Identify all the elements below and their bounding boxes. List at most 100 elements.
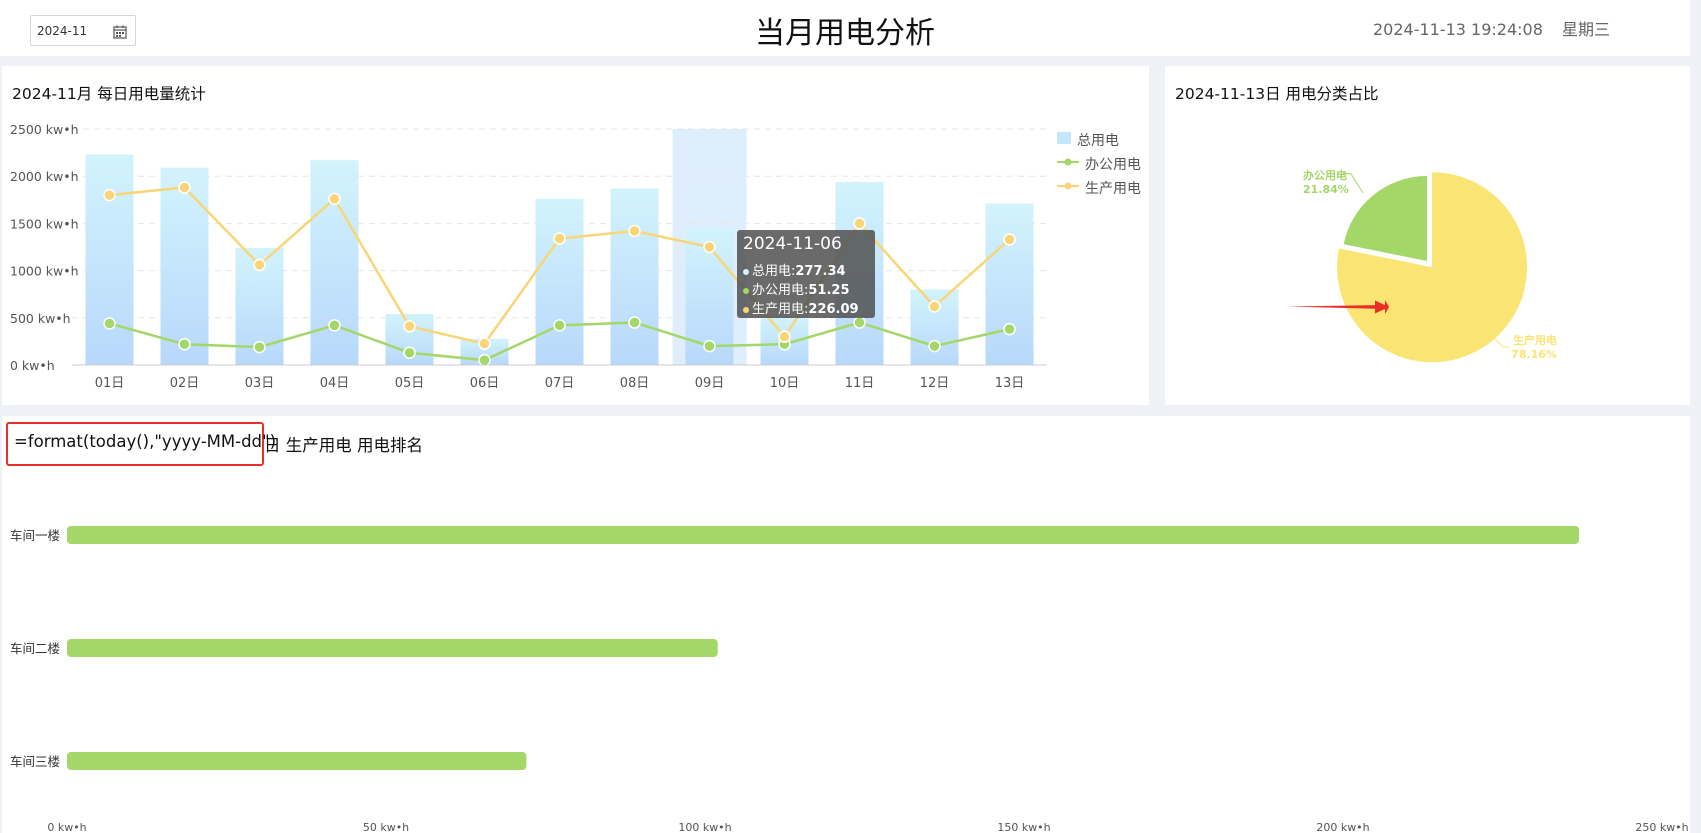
y-tick-label: 2000 kw•h	[10, 169, 79, 184]
x-tick-label: 04日	[320, 376, 350, 391]
point-production	[178, 181, 191, 194]
point-office	[628, 316, 641, 329]
pie-label-production-percent: 78.16%	[1511, 348, 1557, 361]
point-office	[928, 339, 941, 353]
production-ranking-panel: =format(today(),"yyyy-MM-dd") 日 生产用电 用电排…	[2, 416, 1690, 833]
legend-item-total[interactable]: 总用电	[1057, 128, 1141, 152]
y-tick-label: 2500 kw•h	[10, 122, 79, 137]
legend-swatch-line-icon	[1057, 156, 1079, 172]
bar-total	[610, 188, 659, 365]
bar-total	[85, 154, 134, 365]
tooltip-label: 办公用电:	[752, 283, 809, 298]
point-production	[703, 240, 716, 254]
tooltip-label: 生产用电:	[752, 302, 809, 317]
x-tick-label: 11日	[845, 376, 875, 391]
clock-weekday: 星期三	[1561, 20, 1610, 39]
point-office	[403, 346, 416, 359]
y-tick-label: 0 kw•h	[10, 358, 55, 373]
bar-total	[160, 167, 209, 365]
category-share-chart[interactable]: 办公用电21.84% 生产用电78.16%	[1165, 66, 1690, 405]
x-tick-label: 10日	[770, 376, 800, 391]
tooltip-row: 生产用电:226.09	[743, 298, 859, 317]
category-share-panel: 2024-11-13日 用电分类占比 办公用电 21.84% 生产用电 78.16%	[1165, 66, 1690, 405]
tooltip-row: 办公用电:51.25	[743, 279, 850, 298]
x-tick-label: 200 kw•h	[1316, 821, 1369, 833]
x-tick-label: 250 kw•h	[1635, 821, 1688, 833]
ranking-bar	[67, 526, 1580, 544]
x-tick-label: 03日	[245, 376, 275, 391]
point-production	[103, 188, 116, 202]
production-ranking-chart[interactable]: 车间一楼车间二楼车间三楼 0 kw•h 50 kw•h 100 kw•h 150 kw•…	[2, 416, 1690, 833]
daily-usage-chart[interactable]: 0 kw•h 500 kw•h 1000 kw•h 1500 kw•h 2000 kw•…	[2, 66, 1149, 405]
x-tick-label: 02日	[170, 376, 200, 391]
tooltip-value: 226.09	[808, 302, 859, 317]
point-production	[628, 224, 641, 238]
pie-slice-production	[1337, 172, 1528, 363]
point-office	[703, 339, 716, 353]
clock-datetime: 2024-11-13 19:24:08	[1372, 20, 1543, 39]
tooltip-dot-icon	[743, 269, 749, 275]
x-tick-label: 08日	[620, 376, 650, 391]
point-production	[328, 192, 341, 206]
point-office	[253, 340, 266, 354]
tooltip-dot-icon	[743, 307, 749, 313]
point-production	[403, 320, 416, 333]
point-office	[553, 319, 566, 332]
tooltip-value: 277.34	[795, 264, 846, 279]
chart-tooltip: 2024-11-06 总用电:277.34 办公用电:51.25 生产用电:22…	[737, 230, 875, 318]
point-production	[1003, 233, 1016, 246]
legend-item-production[interactable]: 生产用电	[1057, 176, 1141, 200]
bar-total	[985, 203, 1034, 365]
legend-label-office: 办公用电	[1085, 157, 1141, 173]
y-tick-label: 500 kw•h	[10, 311, 71, 326]
top-bar: 2024-11 当月用电分析 2024-11-13 19:24:08 星期三	[0, 0, 1690, 56]
x-tick-label: 06日	[470, 376, 500, 391]
pie-slice-office	[1343, 176, 1427, 261]
pie-label-office-name: 办公用电	[1303, 168, 1347, 182]
legend-label-production: 生产用电	[1085, 181, 1141, 197]
y-tick-label: 1000 kw•h	[10, 264, 79, 279]
daily-usage-panel: 2024-11月 每日用电量统计 0 kw•h 500 kw•h 1000 kw•h…	[2, 66, 1149, 405]
x-tick-label: 01日	[95, 376, 125, 391]
pie-label-office-percent: 21.84%	[1303, 183, 1349, 196]
bar-total	[310, 160, 359, 365]
x-tick-label: 50 kw•h	[363, 821, 409, 833]
ranking-category-label: 车间二楼	[10, 641, 60, 656]
point-office	[328, 319, 341, 332]
legend-item-office[interactable]: 办公用电	[1057, 152, 1141, 176]
point-office	[853, 316, 866, 329]
x-tick-label: 13日	[995, 376, 1025, 391]
legend-swatch-bar-icon	[1057, 132, 1071, 148]
point-production	[853, 217, 866, 230]
point-production	[778, 330, 791, 343]
point-production	[478, 337, 491, 350]
bar-total	[535, 198, 584, 365]
ranking-bar	[67, 752, 527, 770]
x-tick-label: 12日	[920, 376, 950, 391]
x-tick-label: 07日	[545, 376, 575, 391]
point-office	[1003, 322, 1016, 336]
tooltip-row: 总用电:277.34	[743, 260, 846, 279]
x-tick-label: 150 kw•h	[997, 821, 1050, 833]
legend-label-total: 总用电	[1077, 133, 1119, 149]
tooltip-value: 51.25	[808, 283, 850, 298]
x-tick-label: 0 kw•h	[47, 821, 86, 833]
x-tick-label: 100 kw•h	[678, 821, 731, 833]
point-production	[928, 300, 941, 313]
point-office	[178, 337, 191, 351]
tooltip-label: 总用电:	[752, 264, 796, 279]
point-production	[253, 258, 266, 272]
tooltip-date: 2024-11-06	[743, 234, 842, 254]
daily-legend: 总用电 办公用电 生产用电	[1057, 128, 1141, 200]
clock: 2024-11-13 19:24:08 星期三	[1373, 16, 1610, 40]
ranking-category-label: 车间一楼	[10, 528, 60, 543]
point-office	[103, 317, 116, 330]
point-production	[553, 232, 566, 245]
point-office	[478, 353, 491, 367]
x-tick-label: 09日	[695, 376, 725, 391]
ranking-bar	[67, 639, 718, 657]
x-tick-label: 05日	[395, 376, 425, 391]
tooltip-dot-icon	[743, 288, 749, 294]
legend-swatch-line-icon	[1057, 180, 1079, 196]
pie-label-production-name: 生产用电	[1513, 333, 1557, 347]
